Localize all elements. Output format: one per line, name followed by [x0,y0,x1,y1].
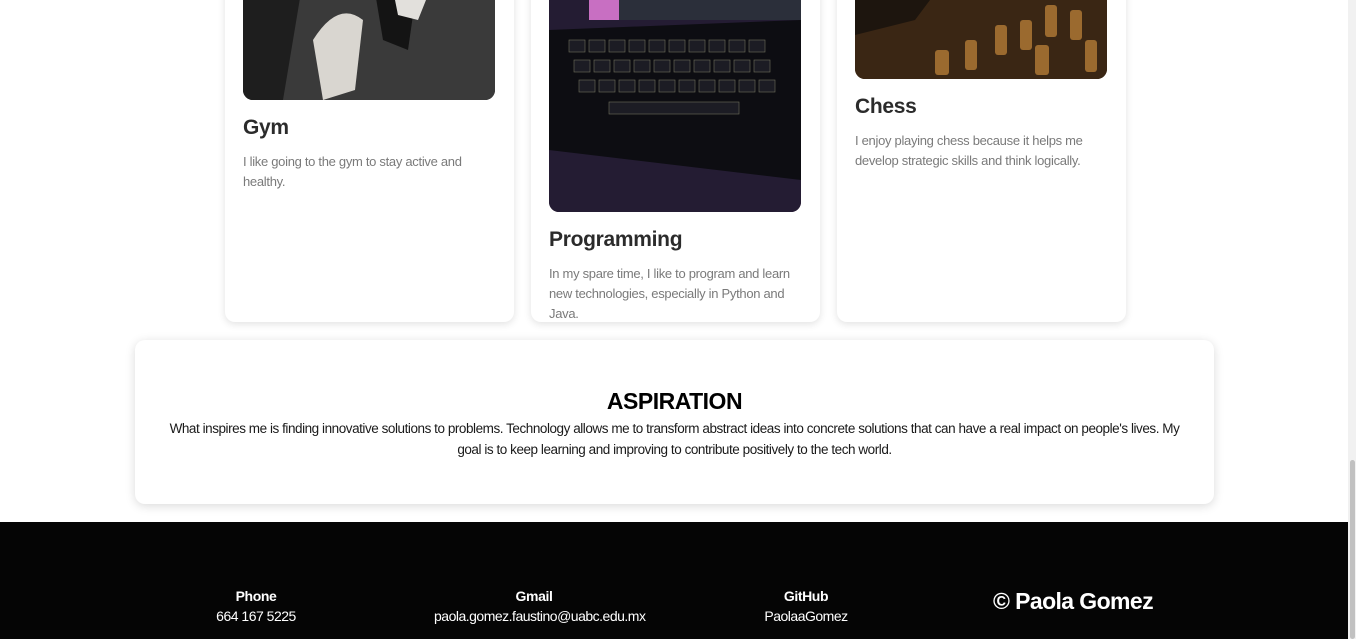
hobby-description: I enjoy playing chess because it helps m… [855,133,1083,168]
phone-value[interactable]: 664 167 5225 [196,608,316,624]
hobby-title: Programming [549,228,683,251]
hobby-description: In my spare time, I like to program and … [549,266,790,321]
phone-label: Phone [235,588,277,604]
footer-github: GitHub PaolaaGomez [746,588,866,624]
chess-photo [855,0,1107,79]
hobby-title: Gym [243,116,289,139]
hobby-description: I like going to the gym to stay active a… [243,154,462,189]
scrollbar-thumb[interactable] [1350,460,1355,639]
aspiration-section: ASPIRATION What inspires me is finding i… [135,340,1214,504]
gmail-label: Gmail [515,588,553,604]
gym-photo [243,0,495,100]
hobby-card-gym: Gym I like going to the gym to stay acti… [225,0,514,322]
github-label: GitHub [783,588,829,604]
hobby-title: Chess [855,95,917,118]
hobby-card-programming: Programming In my spare time, I like to … [531,0,820,322]
footer: Phone 664 167 5225 Gmail paola.gomez.fau… [0,522,1348,639]
github-link[interactable]: PaolaaGomez [746,608,866,624]
footer-phone: Phone 664 167 5225 [196,588,316,624]
hobby-card-chess: Chess I enjoy playing chess because it h… [837,0,1126,322]
footer-gmail: Gmail paola.gomez.faustino@uabc.edu.mx [434,588,646,624]
copyright: © Paola Gomez [993,588,1154,614]
gmail-link[interactable]: paola.gomez.faustino@uabc.edu.mx [434,608,646,624]
aspiration-text: What inspires me is finding innovative s… [169,421,1180,457]
laptop-photo [549,0,801,212]
aspiration-title: ASPIRATION [606,388,743,414]
